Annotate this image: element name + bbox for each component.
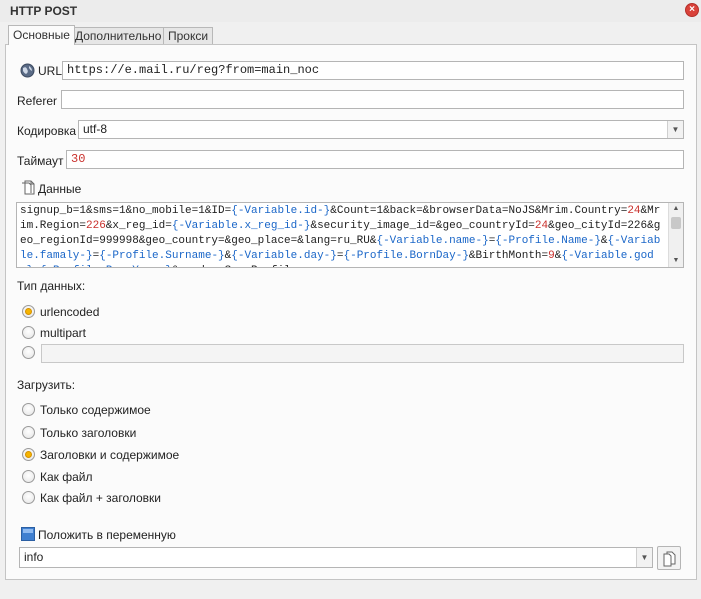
headers-and-content-label: Заголовки и содержимое <box>40 448 180 462</box>
data-label: Данные <box>38 182 82 196</box>
data-segment: 24 <box>627 205 641 217</box>
data-segment: {-Profile.BornDay-} <box>343 250 469 262</box>
url-input[interactable]: https://e.mail.ru/reg?from=main_noc <box>62 61 684 80</box>
save-to-var-label: Положить в переменную <box>38 528 176 542</box>
encoding-select[interactable]: utf-8 ▼ <box>78 120 684 139</box>
data-segment: {-Variable.x_reg_id-} <box>171 220 311 232</box>
data-segment: {-Variable.day-} <box>231 250 337 262</box>
data-segment: &gender=Sex=Profile <box>172 265 297 267</box>
tab-main[interactable]: Основные <box>8 25 75 45</box>
headers-only-label: Только заголовки <box>40 426 137 440</box>
as-file-label: Как файл <box>40 470 93 484</box>
as-file-headers-label: Как файл + заголовки <box>40 491 162 505</box>
url-label: URL <box>38 64 63 78</box>
custom-type-input[interactable] <box>41 344 684 363</box>
copy-icon <box>663 551 676 567</box>
chevron-down-icon[interactable]: ▼ <box>636 548 652 567</box>
variable-icon <box>21 527 35 541</box>
load-label: Загрузить: <box>17 378 76 392</box>
data-segment: = <box>33 265 40 267</box>
data-segment: 24 <box>534 220 549 232</box>
data-segment: = <box>336 250 344 262</box>
radio-as-file-headers[interactable] <box>22 491 35 504</box>
chevron-down-icon[interactable]: ▼ <box>667 121 683 138</box>
data-segment: {-Profile.BornYear-} <box>40 265 172 267</box>
data-textarea[interactable]: signup_b=1&sms=1&no_mobile=1&ID={-Variab… <box>16 202 684 268</box>
radio-as-file[interactable] <box>22 470 35 483</box>
title-bar: HTTP POST × <box>0 0 701 22</box>
data-segment: signup_b=1&sms=1&no_mobile=1&ID= <box>20 205 232 217</box>
radio-content-only[interactable] <box>22 403 35 416</box>
variable-select[interactable]: info ▼ <box>19 547 653 568</box>
content-only-label: Только содержимое <box>40 403 151 417</box>
document-icon <box>22 180 35 195</box>
close-icon[interactable]: × <box>685 3 699 17</box>
data-segment: 9 <box>548 250 555 262</box>
variable-value: info <box>24 550 44 564</box>
radio-multipart[interactable] <box>22 326 35 339</box>
data-segment: {-Variable.id-} <box>231 205 331 217</box>
copy-button[interactable] <box>657 546 681 570</box>
radio-urlencoded[interactable] <box>22 305 35 318</box>
encoding-value: utf-8 <box>83 122 108 136</box>
referer-label: Referer <box>17 94 58 108</box>
timeout-label: Таймаут <box>17 154 64 168</box>
multipart-label: multipart <box>40 326 87 340</box>
data-segment: {-Profile.Name-} <box>495 235 601 247</box>
data-segment: &security_image_id=&geo_countryId= <box>310 220 535 232</box>
scroll-thumb[interactable] <box>671 217 681 229</box>
data-segment: {-Profile.Surname-} <box>99 250 225 262</box>
referer-input[interactable] <box>61 90 684 109</box>
radio-custom[interactable] <box>22 346 35 359</box>
tab-proxy[interactable]: Прокси <box>163 27 214 45</box>
radio-headers-and-content[interactable] <box>22 448 35 461</box>
timeout-input[interactable]: 30 <box>66 150 684 169</box>
data-segment: &BirthMonth= <box>468 250 549 262</box>
urlencoded-label: urlencoded <box>40 305 100 319</box>
encoding-label: Кодировка <box>17 124 77 138</box>
data-content: signup_b=1&sms=1&no_mobile=1&ID={-Variab… <box>20 204 666 267</box>
data-segment: & <box>600 235 608 247</box>
data-segment: &x_reg_id= <box>105 220 172 232</box>
tab-additional[interactable]: Дополнительно <box>70 27 167 45</box>
data-scrollbar[interactable]: ▲ ▼ <box>668 203 683 267</box>
globe-icon <box>20 63 35 78</box>
window-title: HTTP POST <box>10 4 78 18</box>
data-type-label: Тип данных: <box>17 279 86 293</box>
data-segment: 226 <box>86 220 106 232</box>
data-segment: &Count=1&back=&browserData=NoJS&Mrim.Cou… <box>330 205 628 217</box>
scroll-down-icon[interactable]: ▼ <box>669 255 683 267</box>
radio-headers-only[interactable] <box>22 426 35 439</box>
scroll-up-icon[interactable]: ▲ <box>669 203 683 215</box>
data-segment: {-Variable.name-} <box>376 235 489 247</box>
